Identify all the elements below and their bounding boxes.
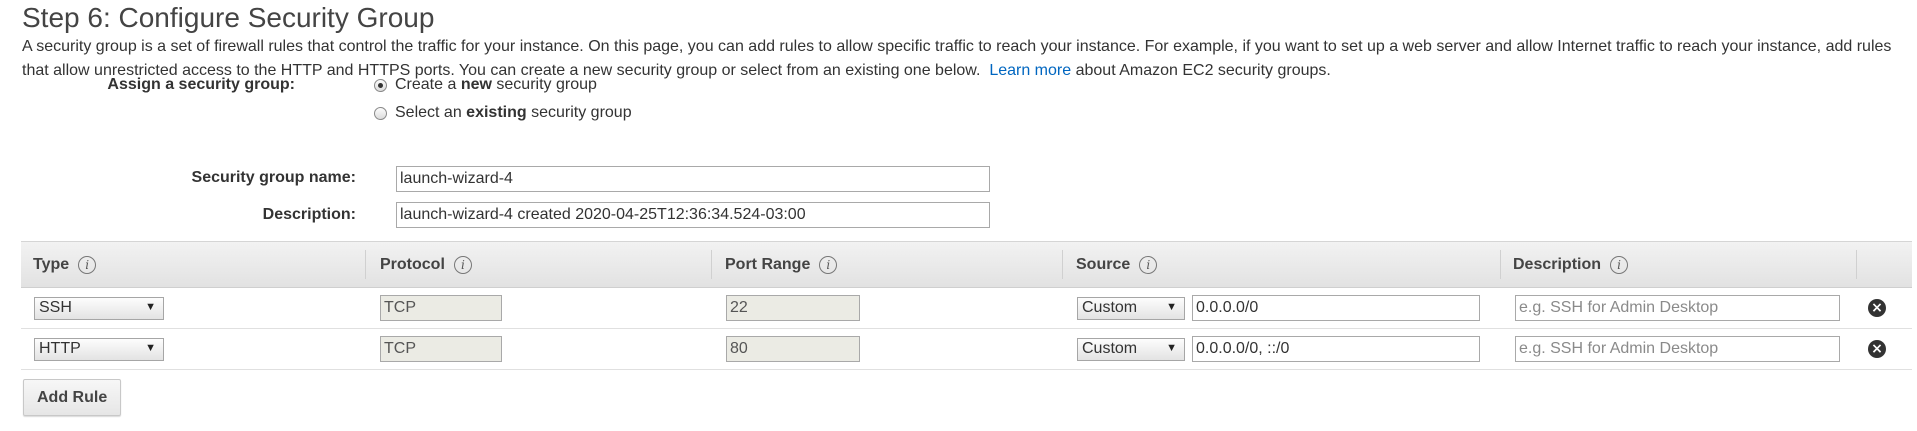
rules-table: Type i Protocol i Port Range i Source i Desc… — [21, 241, 1912, 370]
remove-rule-icon[interactable]: × — [1868, 299, 1886, 317]
info-icon[interactable]: i — [1610, 255, 1629, 274]
radio-create-new-prefix: Create a — [395, 76, 457, 93]
header-divider — [365, 250, 366, 279]
security-group-name-input[interactable]: launch-wizard-4 — [396, 166, 990, 192]
type-select-value: HTTP — [39, 340, 81, 357]
source-cidr-input[interactable]: 0.0.0.0/0, ::/0 — [1192, 336, 1480, 362]
add-rule-button[interactable]: Add Rule — [23, 379, 122, 416]
radio-select-existing-suffix: security group — [531, 104, 632, 121]
intro-text: A security group is a set of firewall ru… — [22, 35, 1912, 83]
dropdown-arrow-icon: ▼ — [1166, 342, 1177, 354]
source-cidr-input[interactable]: 0.0.0.0/0 — [1192, 295, 1480, 321]
radio-create-new-button[interactable] — [374, 78, 387, 92]
source-select[interactable]: Custom ▼ — [1077, 297, 1185, 320]
header-description: Description i — [1513, 242, 1629, 287]
page-title: Step 6: Configure Security Group — [22, 2, 435, 33]
dropdown-arrow-icon: ▼ — [145, 342, 156, 354]
security-group-name-label: Security group name: — [191, 169, 356, 186]
header-divider — [1062, 250, 1063, 279]
radio-create-new-suffix: security group — [496, 76, 597, 93]
header-protocol: Protocol i — [380, 242, 472, 287]
radio-select-existing-button[interactable] — [374, 106, 387, 120]
assign-group-label: Assign a security group: — [107, 76, 295, 93]
description-label: Description: — [262, 206, 356, 223]
info-icon[interactable]: i — [78, 255, 97, 274]
intro-body: A security group is a set of firewall ru… — [22, 38, 1892, 79]
radio-create-new[interactable]: Create a new security group — [374, 76, 597, 94]
radio-select-existing-prefix: Select an — [395, 104, 462, 121]
header-port-range-label: Port Range — [725, 255, 811, 273]
rules-table-header: Type i Protocol i Port Range i Source i Desc… — [21, 241, 1912, 288]
source-select[interactable]: Custom ▼ — [1077, 338, 1185, 361]
table-row: SSH ▼ TCP 22 Custom ▼ 0.0.0.0/0 e.g. SSH f… — [21, 288, 1912, 329]
radio-select-existing[interactable]: Select an existing security group — [374, 104, 632, 122]
intro-after-link: about Amazon EC2 security groups. — [1075, 62, 1331, 79]
header-description-label: Description — [1513, 255, 1602, 273]
header-source-label: Source — [1076, 255, 1131, 273]
protocol-field: TCP — [380, 295, 502, 321]
type-select-value: SSH — [39, 299, 72, 316]
rule-description-input[interactable]: e.g. SSH for Admin Desktop — [1515, 295, 1840, 321]
source-select-value: Custom — [1082, 299, 1138, 316]
header-divider — [1500, 250, 1501, 279]
dropdown-arrow-icon: ▼ — [1166, 301, 1177, 313]
info-icon[interactable]: i — [1139, 255, 1158, 274]
port-range-field: 22 — [726, 295, 860, 321]
remove-rule-icon[interactable]: × — [1868, 340, 1886, 358]
protocol-field: TCP — [380, 336, 502, 362]
rule-description-input[interactable]: e.g. SSH for Admin Desktop — [1515, 336, 1840, 362]
dropdown-arrow-icon: ▼ — [145, 301, 156, 313]
info-icon[interactable]: i — [819, 255, 838, 274]
learn-more-link[interactable]: Learn more — [989, 62, 1071, 79]
header-type: Type i — [33, 242, 97, 287]
radio-select-existing-bold: existing — [466, 104, 527, 121]
info-icon[interactable]: i — [453, 255, 472, 274]
header-source: Source i — [1076, 242, 1158, 287]
header-type-label: Type — [33, 255, 70, 273]
header-protocol-label: Protocol — [380, 255, 445, 273]
type-select[interactable]: SSH ▼ — [34, 297, 164, 320]
radio-create-new-bold: new — [460, 76, 492, 93]
source-select-value: Custom — [1082, 340, 1138, 357]
description-input[interactable]: launch-wizard-4 created 2020-04-25T12:36… — [396, 202, 990, 228]
header-divider — [1856, 250, 1857, 279]
table-row: HTTP ▼ TCP 80 Custom ▼ 0.0.0.0/0, ::/0 e.g… — [21, 329, 1912, 370]
type-select[interactable]: HTTP ▼ — [34, 338, 164, 361]
header-divider — [711, 250, 712, 279]
header-port-range: Port Range i — [725, 242, 838, 287]
port-range-field: 80 — [726, 336, 860, 362]
